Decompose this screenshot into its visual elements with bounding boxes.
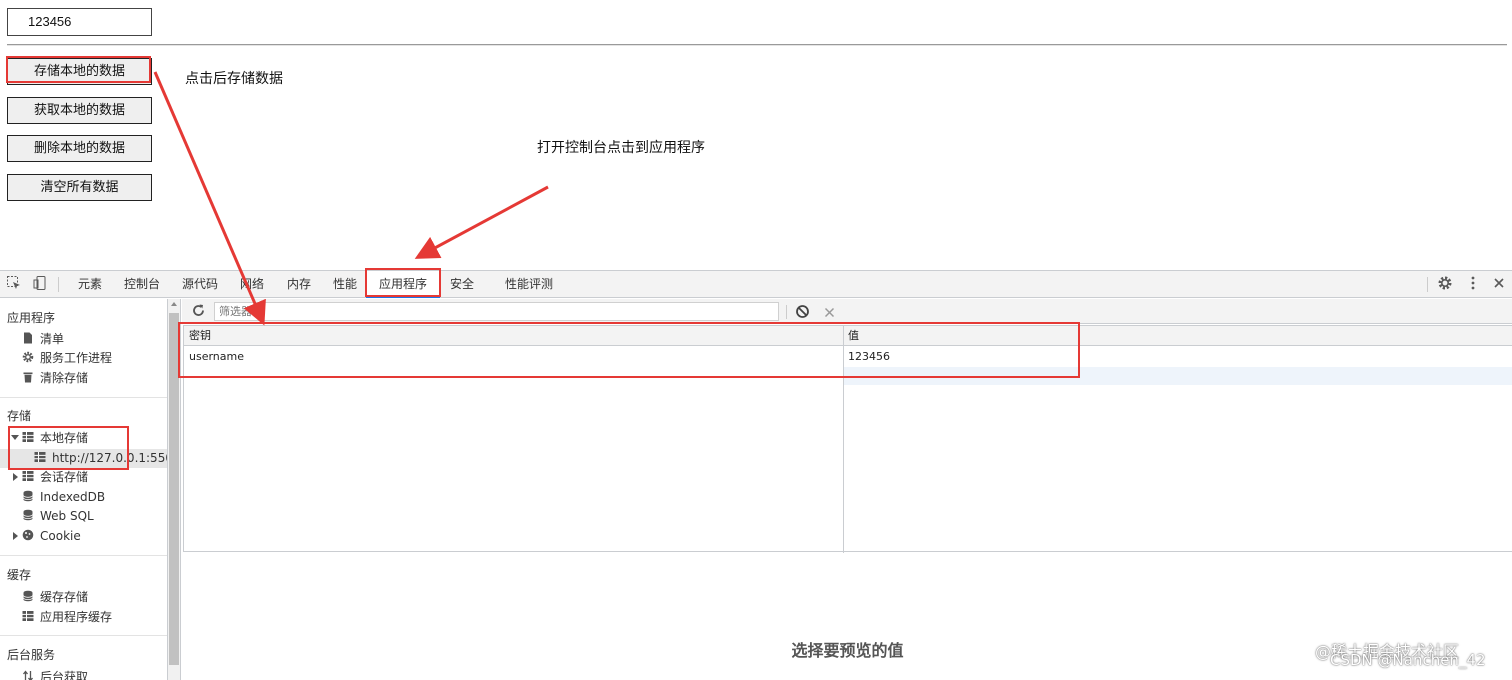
- section-title-application: 应用程序: [7, 311, 56, 325]
- section-title-background-services: 后台服务: [7, 648, 56, 662]
- scrollbar-thumb[interactable]: [169, 313, 179, 665]
- tab-network[interactable]: 网络: [238, 271, 266, 298]
- table-header: 密钥 值: [184, 326, 1512, 346]
- close-devtools-icon[interactable]: [1491, 275, 1509, 293]
- clear-all-icon[interactable]: [795, 304, 810, 323]
- sidebar-item-application-cache[interactable]: 应用程序缓存: [22, 608, 112, 627]
- grid-icon: [22, 471, 34, 481]
- tab-security[interactable]: 安全: [448, 271, 476, 298]
- arrow-to-application-tab: [414, 185, 549, 259]
- device-toolbar-icon[interactable]: [32, 275, 50, 293]
- application-sidebar: 应用程序 清单 服务工作进程 清除存储 存储 本地存储 http://127.0…: [0, 299, 168, 680]
- section-divider: [0, 397, 167, 398]
- tab-elements[interactable]: 元素: [76, 271, 104, 298]
- section-title-cache: 缓存: [7, 568, 32, 582]
- devtools-panel: 元素 控制台 源代码 网络 内存 性能 应用程序 安全 性能评测 应用程序 清单…: [0, 270, 1512, 680]
- settings-gear-icon[interactable]: [1437, 275, 1455, 293]
- sidebar-item-label: 本地存储: [40, 431, 89, 445]
- refresh-icon[interactable]: [191, 303, 206, 322]
- sidebar-item-service-workers[interactable]: 服务工作进程: [22, 349, 112, 368]
- delete-selected-icon[interactable]: [823, 304, 836, 323]
- sidebar-item-session-storage[interactable]: 会话存储: [22, 468, 88, 487]
- tab-performance[interactable]: 性能: [331, 271, 359, 298]
- sidebar-item-label: 缓存存储: [40, 590, 89, 604]
- tab-audits[interactable]: 性能评测: [503, 271, 555, 298]
- delete-local-data-button[interactable]: 删除本地的数据: [7, 135, 152, 162]
- preview-placeholder: 选择要预览的值: [791, 641, 904, 660]
- document-icon: [24, 332, 32, 344]
- toolbar-separator: [1427, 277, 1428, 292]
- tab-console[interactable]: 控制台: [122, 271, 162, 298]
- local-storage-table: 密钥 值 username 123456: [183, 325, 1512, 553]
- column-divider: [843, 326, 844, 553]
- sidebar-item-label: 清除存储: [40, 371, 89, 385]
- sidebar-item-cache-storage[interactable]: 缓存存储: [22, 588, 88, 607]
- sidebar-item-label: 会话存储: [40, 470, 89, 484]
- gear-icon: [22, 351, 34, 363]
- sidebar-scrollbar[interactable]: [168, 299, 181, 680]
- grid-icon: [22, 432, 34, 442]
- grid-icon: [34, 452, 46, 462]
- tab-application[interactable]: 应用程序: [366, 271, 440, 298]
- devtools-tabbar: 元素 控制台 源代码 网络 内存 性能 应用程序 安全 性能评测: [0, 271, 1512, 298]
- sidebar-item-local-storage[interactable]: 本地存储: [22, 429, 88, 448]
- grid-icon: [22, 611, 34, 621]
- sidebar-item-clear-storage[interactable]: 清除存储: [22, 369, 88, 388]
- storage-toolbar: [182, 299, 1512, 324]
- sidebar-item-label: 应用程序缓存: [40, 610, 113, 624]
- toolbar-separator: [786, 305, 787, 319]
- sidebar-item-label: 服务工作进程: [40, 351, 113, 365]
- sidebar-item-manifest[interactable]: 清单: [22, 330, 64, 349]
- sidebar-item-cookie[interactable]: Cookie: [22, 527, 81, 546]
- expand-arrow-icon[interactable]: [11, 435, 19, 440]
- database-icon: [23, 490, 33, 502]
- sidebar-item-label: 清单: [40, 332, 65, 346]
- sidebar-item-label: http://127.0.0.1:5500: [52, 451, 168, 465]
- section-divider: [0, 555, 167, 556]
- annotation-console-hint: 打开控制台点击到应用程序: [537, 140, 705, 156]
- cookie-icon: [22, 529, 34, 541]
- section-title-storage: 存储: [7, 409, 32, 423]
- tab-memory[interactable]: 内存: [285, 271, 313, 298]
- collapse-arrow-icon[interactable]: [13, 532, 18, 540]
- sidebar-item-indexeddb[interactable]: IndexedDB: [22, 488, 105, 507]
- filter-input[interactable]: [214, 302, 779, 321]
- tab-sources[interactable]: 源代码: [180, 271, 220, 298]
- database-icon: [23, 590, 33, 602]
- sidebar-item-background-fetch[interactable]: 后台获取: [22, 668, 88, 680]
- toolbar-separator: [58, 277, 59, 292]
- username-input[interactable]: 123456: [7, 8, 152, 36]
- trash-icon: [23, 372, 33, 383]
- sidebar-item-label: Cookie: [40, 529, 81, 543]
- scroll-up-arrow-icon[interactable]: [171, 302, 177, 306]
- store-local-data-button[interactable]: 存储本地的数据: [7, 58, 152, 85]
- get-local-data-button[interactable]: 获取本地的数据: [7, 97, 152, 124]
- sidebar-item-local-storage-origin[interactable]: http://127.0.0.1:5500: [0, 449, 168, 468]
- annotation-store-hint: 点击后存储数据: [185, 71, 283, 87]
- value-preview-pane: 选择要预览的值: [183, 553, 1512, 680]
- column-header-value[interactable]: 值: [848, 326, 859, 346]
- clear-all-data-button[interactable]: 清空所有数据: [7, 174, 152, 201]
- row-key[interactable]: username: [189, 346, 244, 367]
- collapse-arrow-icon[interactable]: [13, 473, 18, 481]
- sidebar-item-web-sql[interactable]: Web SQL: [22, 507, 94, 526]
- section-divider: [0, 635, 167, 636]
- watermark-csdn: CSDN @Nanchen_42: [1330, 651, 1486, 669]
- inspect-element-icon[interactable]: [6, 275, 24, 293]
- more-options-icon[interactable]: [1465, 275, 1483, 293]
- table-row[interactable]: username 123456: [184, 346, 1512, 367]
- sidebar-item-label: Web SQL: [40, 509, 94, 523]
- table-empty-row: [844, 367, 1512, 385]
- column-header-key[interactable]: 密钥: [189, 326, 211, 346]
- database-icon: [23, 509, 33, 521]
- sidebar-item-label: IndexedDB: [40, 490, 106, 504]
- page-divider: [7, 44, 1507, 46]
- row-value[interactable]: 123456: [848, 346, 890, 367]
